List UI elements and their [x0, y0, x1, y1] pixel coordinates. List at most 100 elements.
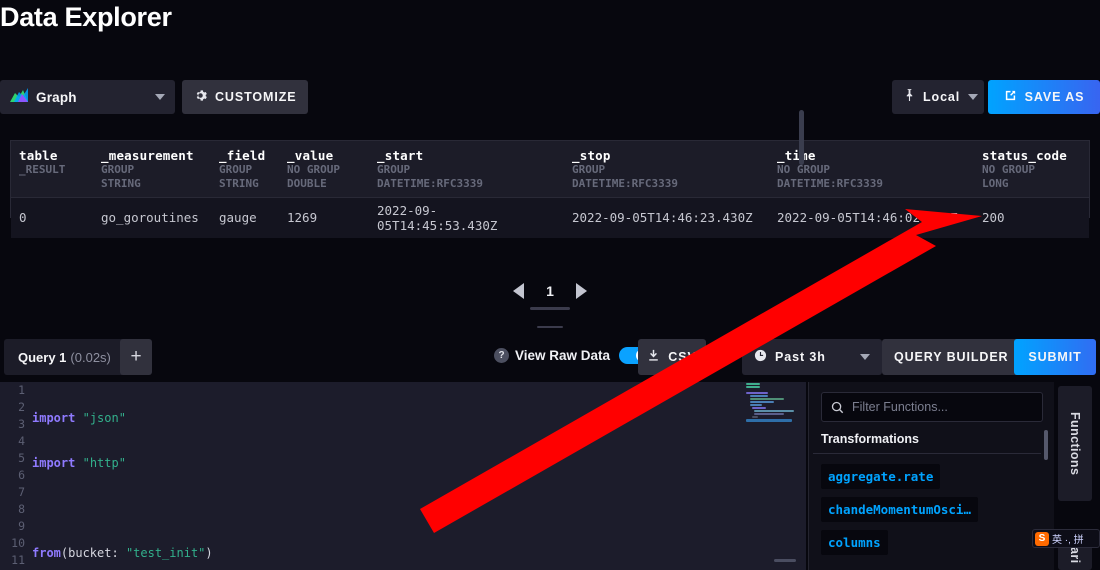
list-item[interactable]: columns — [821, 530, 888, 555]
gear-icon — [194, 89, 207, 105]
view-raw-data-toggle[interactable]: ? View Raw Data — [494, 347, 652, 364]
caret-left-icon[interactable] — [513, 283, 525, 299]
functions-panel: Transformations aggregate.rate chandeMom… — [808, 382, 1054, 570]
external-link-icon — [1004, 89, 1017, 105]
tab-functions[interactable]: Functions — [1058, 386, 1092, 501]
query-tab-duration: (0.02s) — [70, 349, 111, 365]
table-row: 0 go_goroutines gauge 1269 2022-09-05T14… — [11, 197, 1089, 238]
line-number: 3 — [18, 417, 25, 431]
visualization-toolbar: Graph CUSTOMIZE Local SAVE AS — [0, 80, 1100, 114]
column-header-value: _value NO GROUP DOUBLE — [279, 141, 369, 198]
cell-time: 2022-09-05T14:46:02.036Z — [769, 197, 974, 238]
line-number: 11 — [11, 553, 25, 567]
cell-stop: 2022-09-05T14:46:23.430Z — [564, 197, 769, 238]
save-as-button[interactable]: SAVE AS — [988, 80, 1100, 114]
editor-vertical-scrollbar[interactable] — [799, 110, 804, 165]
column-type: STRING — [219, 176, 259, 190]
column-group: NO GROUP — [287, 163, 340, 176]
chevron-down-icon — [155, 94, 165, 100]
line-number: 10 — [11, 536, 25, 550]
local-timezone-label: Local — [923, 90, 961, 104]
tab-functions-label: Functions — [1068, 411, 1082, 476]
line-number: 8 — [18, 502, 25, 516]
code-line-2: import "http" — [32, 456, 126, 470]
ime-status-bar[interactable]: S 英 ·, 拼 — [1032, 529, 1100, 548]
column-header-measurement: _measurement GROUP STRING — [93, 141, 211, 198]
pagination: 1 — [0, 280, 1100, 302]
column-group: _RESULT — [19, 163, 66, 176]
cell-field: gauge — [211, 197, 279, 238]
filter-functions-search[interactable] — [821, 392, 1043, 422]
ime-mode-label: 英 ·, 拼 — [1052, 535, 1084, 546]
query-tab-name: Query 1 — [18, 349, 67, 365]
page-number[interactable]: 1 — [546, 283, 554, 299]
save-as-label: SAVE AS — [1024, 90, 1085, 104]
editor-minimap[interactable] — [742, 382, 798, 570]
column-group: NO GROUP — [777, 163, 830, 176]
functions-section-title: Transformations — [821, 432, 919, 446]
column-type: DATETIME:RFC3339 — [777, 176, 883, 190]
column-group: GROUP — [572, 163, 606, 176]
search-input[interactable] — [852, 400, 1033, 414]
column-header-field: _field GROUP STRING — [211, 141, 279, 198]
sogou-logo-icon: S — [1035, 531, 1049, 546]
cell-status-code: 200 — [974, 197, 1089, 238]
customize-button-label: CUSTOMIZE — [215, 90, 297, 104]
add-query-button[interactable]: + — [120, 339, 152, 375]
column-name: _start — [377, 148, 424, 163]
line-number: 5 — [18, 451, 25, 465]
line-number: 7 — [18, 485, 25, 499]
caret-right-icon[interactable] — [575, 283, 587, 299]
column-group: GROUP — [219, 163, 253, 176]
column-header-start: _start GROUP DATETIME:RFC3339 — [369, 141, 564, 198]
panel-resize-handle-secondary[interactable] — [537, 326, 563, 328]
column-group: NO GROUP — [982, 163, 1035, 176]
clock-icon — [754, 349, 767, 365]
cell-start: 2022-09-05T14:45:53.430Z — [369, 197, 564, 238]
submit-label: SUBMIT — [1028, 350, 1082, 364]
raw-data-table: table _RESULT _measurement GROUP STRING … — [10, 140, 1090, 238]
column-type: DATETIME:RFC3339 — [377, 176, 483, 190]
submit-button[interactable]: SUBMIT — [1014, 339, 1096, 375]
chevron-down-icon — [860, 354, 870, 360]
csv-download-button[interactable]: CSV — [638, 339, 706, 375]
page-title: Data Explorer — [0, 2, 172, 32]
line-number: 6 — [18, 468, 25, 482]
column-header-status-code: status_code NO GROUP LONG — [974, 141, 1089, 198]
code-line-4: from(bucket: "test_init") — [32, 546, 213, 560]
panel-resize-handle[interactable] — [530, 307, 570, 310]
time-range-label: Past 3h — [775, 350, 826, 364]
graph-icon — [10, 87, 28, 107]
visualization-type-dropdown[interactable]: Graph — [0, 80, 175, 114]
line-number: 9 — [18, 519, 25, 533]
view-raw-data-label: View Raw Data — [515, 348, 611, 363]
functions-list: aggregate.rate chandeMomentumOsci… colum… — [821, 464, 1037, 563]
column-name: status_code — [982, 148, 1067, 163]
question-icon[interactable]: ? — [494, 348, 509, 363]
code-line-1: import "json" — [32, 411, 126, 425]
table-header-row: table _RESULT _measurement GROUP STRING … — [11, 141, 1089, 198]
list-item[interactable]: aggregate.rate — [821, 464, 941, 489]
download-icon — [647, 349, 660, 365]
functions-scrollbar[interactable] — [1044, 430, 1048, 460]
column-type: LONG — [982, 176, 1009, 190]
divider — [813, 453, 1041, 454]
flux-script-editor[interactable]: 1 2 3 4 5 6 7 8 9 10 11 12 13 import "js… — [0, 382, 806, 570]
column-type: DATETIME:RFC3339 — [572, 176, 678, 190]
cell-value: 1269 — [279, 197, 369, 238]
column-name: _measurement — [101, 148, 194, 163]
minimap-scrollbar[interactable] — [774, 559, 796, 562]
query-toolbar: Query 1 (0.02s) + ? View Raw Data CSV Pa… — [0, 337, 1100, 377]
query-builder-button[interactable]: QUERY BUILDER — [882, 339, 1021, 375]
editor-code-area[interactable]: import "json" import "http" from(bucket:… — [32, 382, 732, 570]
query-tab[interactable]: Query 1 (0.02s) — [4, 339, 125, 375]
column-header-stop: _stop GROUP DATETIME:RFC3339 — [564, 141, 769, 198]
column-name: _value — [287, 148, 334, 163]
list-item[interactable]: chandeMomentumOsci… — [821, 497, 978, 522]
customize-button[interactable]: CUSTOMIZE — [182, 80, 309, 114]
local-timezone-dropdown[interactable]: Local — [892, 80, 984, 114]
time-range-dropdown[interactable]: Past 3h — [742, 339, 882, 375]
column-name: _time — [777, 148, 816, 163]
column-name: _stop — [572, 148, 611, 163]
